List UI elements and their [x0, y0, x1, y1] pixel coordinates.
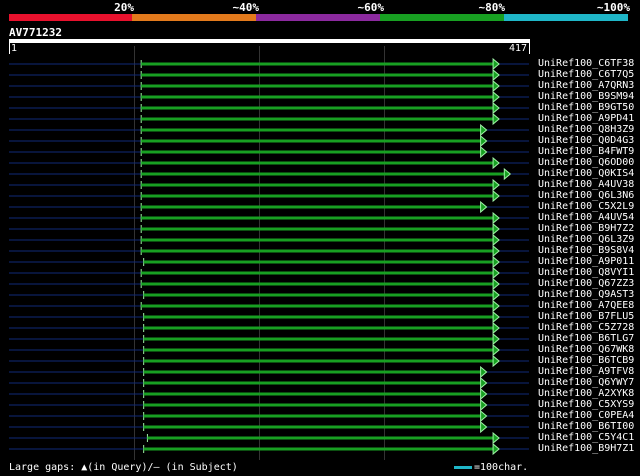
hit-label[interactable]: UniRef100_C5Y4C1: [538, 432, 634, 443]
hit-arrow: [480, 200, 488, 214]
hit-label[interactable]: UniRef100_Q8H3Z9: [538, 124, 634, 135]
scale-bar: [454, 465, 472, 469]
hit-label[interactable]: UniRef100_Q0KIS4: [538, 168, 634, 179]
hit-arrow: [492, 211, 500, 225]
hit-arrow: [480, 376, 488, 390]
hit-arrow: [492, 90, 500, 104]
hit-arrow: [492, 112, 500, 126]
hit-label[interactable]: UniRef100_C5X2L9: [538, 201, 634, 212]
hit-arrow: [503, 167, 512, 181]
hit-label[interactable]: UniRef100_B7FLU5: [538, 311, 634, 322]
hit-arrow: [492, 343, 500, 357]
hit-label[interactable]: UniRef100_B6TCB9: [538, 355, 634, 366]
hit-arrow: [492, 354, 500, 368]
hit-label[interactable]: UniRef100_B9SM94: [538, 91, 634, 102]
hit-label[interactable]: UniRef100_B6TI00: [538, 421, 634, 432]
hit-arrow: [492, 178, 500, 192]
hit-label[interactable]: UniRef100_B9GT50: [538, 102, 634, 113]
hit-label[interactable]: UniRef100_B9H7Z2: [538, 223, 634, 234]
hit-label[interactable]: UniRef100_Q0D4G3: [538, 135, 634, 146]
hit-label[interactable]: UniRef100_A9PD41: [538, 113, 634, 124]
hit-arrow: [480, 409, 488, 423]
hit-arrow: [480, 134, 488, 148]
hit-label[interactable]: UniRef100_A9TFV8: [538, 366, 634, 377]
hit-arrow: [492, 57, 500, 71]
hit-arrow: [492, 332, 500, 346]
hit-arrow: [480, 398, 488, 412]
hit-label[interactable]: UniRef100_Q67ZZ3: [538, 278, 634, 289]
hit-arrow: [492, 156, 500, 170]
hit-label[interactable]: UniRef100_Q8VYI1: [538, 267, 634, 278]
hit-arrow: [492, 101, 500, 115]
hit-label[interactable]: UniRef100_Q9AST3: [538, 289, 634, 300]
hit-arrow: [492, 299, 500, 313]
hit-label[interactable]: UniRef100_A4UV38: [538, 179, 634, 190]
hit-arrow: [492, 431, 500, 445]
hit-label[interactable]: UniRef100_B9H7Z1: [538, 443, 634, 454]
hit-arrow: [480, 365, 488, 379]
hit-label[interactable]: UniRef100_Q6YWY7: [538, 377, 634, 388]
hit-arrow: [492, 233, 500, 247]
hit-arrow: [492, 442, 500, 456]
hit-arrow: [492, 288, 500, 302]
hit-arrow: [492, 321, 500, 335]
scale-text: =100char.: [474, 462, 529, 473]
hit-label[interactable]: UniRef100_Q67WK8: [538, 344, 634, 355]
hit-arrow: [492, 310, 500, 324]
hit-arrow: [492, 79, 500, 93]
hit-label[interactable]: UniRef100_Q6L3Z9: [538, 234, 634, 245]
hit-arrow: [492, 244, 500, 258]
hit-label[interactable]: UniRef100_C5Z728: [538, 322, 634, 333]
hit-label[interactable]: UniRef100_B9S8V4: [538, 245, 634, 256]
hit-arrow: [492, 266, 500, 280]
hit-arrow: [480, 123, 488, 137]
hit-arrow: [492, 68, 500, 82]
hit-arrow: [492, 255, 500, 269]
hit-label[interactable]: UniRef100_Q6OD00: [538, 157, 634, 168]
hit-label[interactable]: UniRef100_B6TLG7: [538, 333, 634, 344]
hit-arrow: [492, 277, 500, 291]
hit-label[interactable]: UniRef100_C6T7Q5: [538, 69, 634, 80]
hit-arrow: [480, 387, 488, 401]
hit-arrow: [480, 145, 488, 159]
hit-arrow: [492, 222, 500, 236]
hit-label[interactable]: UniRef100_C5XYS9: [538, 399, 634, 410]
hit-label[interactable]: UniRef100_A2XYK8: [538, 388, 634, 399]
hit-label[interactable]: UniRef100_B4FWT9: [538, 146, 634, 157]
hit-arrow: [480, 420, 488, 434]
hit-arrow: [492, 189, 500, 203]
hit-label[interactable]: UniRef100_C0PEA4: [538, 410, 634, 421]
hit-label[interactable]: UniRef100_A7QEE8: [538, 300, 634, 311]
hit-label[interactable]: UniRef100_C6TF38: [538, 58, 634, 69]
hit-label[interactable]: UniRef100_A4UV54: [538, 212, 634, 223]
hit-label[interactable]: UniRef100_A7QRN3: [538, 80, 634, 91]
hit-label[interactable]: UniRef100_A9P011: [538, 256, 634, 267]
hit-label[interactable]: UniRef100_Q6L3N6: [538, 190, 634, 201]
gap-legend: Large gaps: ▲(in Query)/— (in Subject): [9, 462, 238, 473]
scale-legend: =100char.: [454, 462, 528, 473]
